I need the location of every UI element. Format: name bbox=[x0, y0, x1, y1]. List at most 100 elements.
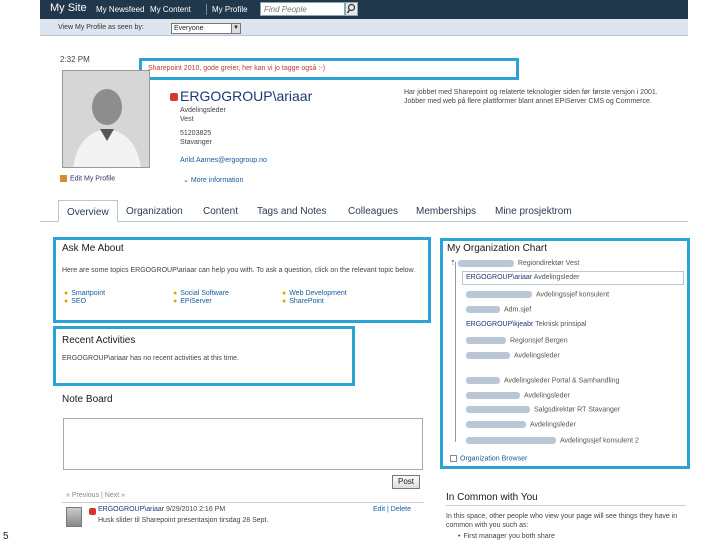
org-role: Regionsjef Bergen bbox=[510, 337, 568, 345]
org-row[interactable]: Avdelingsleder bbox=[466, 421, 576, 428]
tab-memberships[interactable]: Memberships bbox=[416, 200, 476, 222]
org-role: Avdelingssjef konsulent bbox=[536, 291, 610, 299]
search-icon bbox=[346, 3, 356, 14]
org-tree-line bbox=[455, 262, 456, 442]
nav-divider bbox=[206, 4, 207, 15]
redacted-name bbox=[466, 437, 556, 444]
recent-activities-text: ERGOGROUP\ariaar has no recent activitie… bbox=[62, 355, 240, 362]
user-title: Avdelingsleder bbox=[180, 107, 226, 114]
topic-link[interactable]: ● Social Software bbox=[173, 290, 229, 297]
org-row[interactable]: Avdelingssjef konsulent bbox=[466, 291, 609, 298]
top-navigation-bar: My Site My Newsfeed My Content My Profil… bbox=[40, 0, 688, 19]
note-board-title: Note Board bbox=[62, 394, 113, 405]
user-name: ERGOGROUP\ariaar bbox=[180, 88, 313, 104]
tab-overview[interactable]: Overview bbox=[58, 200, 118, 222]
note-author[interactable]: ERGOGROUP\ariaar bbox=[98, 506, 164, 513]
topic-link[interactable]: ● SharePoint bbox=[282, 298, 324, 305]
redacted-name bbox=[466, 306, 500, 313]
org-role: Salgsdirektør RT Stavanger bbox=[534, 406, 621, 414]
ask-me-about-title: Ask Me About bbox=[62, 243, 124, 254]
divider bbox=[446, 505, 686, 506]
more-information-link[interactable]: ⌄ More information bbox=[183, 176, 243, 184]
nav-my-profile[interactable]: My Profile bbox=[212, 5, 248, 14]
bullet-icon: ● bbox=[173, 298, 178, 305]
chevron-down-icon: ⌄ bbox=[183, 177, 191, 184]
org-row[interactable]: Adm.sjef bbox=[466, 306, 531, 313]
org-role: Adm.sjef bbox=[504, 306, 532, 314]
topic-link[interactable]: ● EPiServer bbox=[173, 298, 212, 305]
presence-icon bbox=[170, 93, 178, 101]
user-email-link[interactable]: Arild.Aarnes@ergogroup.no bbox=[180, 157, 267, 164]
topic-link[interactable]: ● Web Development bbox=[282, 290, 347, 297]
topic-link[interactable]: ● SEO bbox=[64, 298, 86, 305]
org-row[interactable]: Avdelingsleder Portal & Samhandling bbox=[466, 377, 619, 384]
topic-label: SharePoint bbox=[289, 298, 324, 305]
org-role: Avdelingsleder bbox=[530, 421, 576, 429]
tab-content[interactable]: Content bbox=[203, 200, 238, 222]
org-row[interactable]: ERGOGROUP\kjeabr Teknisk prinsipal bbox=[466, 321, 586, 328]
presence-icon bbox=[89, 508, 96, 515]
more-information-label: More information bbox=[190, 177, 244, 184]
bullet-icon: ● bbox=[64, 298, 69, 305]
topic-label: EPiServer bbox=[180, 298, 212, 305]
organization-browser-label: Organization Browser bbox=[460, 455, 528, 463]
org-row[interactable]: Salgsdirektør RT Stavanger bbox=[466, 406, 620, 413]
redacted-name bbox=[457, 259, 514, 267]
note-input[interactable] bbox=[63, 418, 423, 470]
note-actions[interactable]: Edit | Delete bbox=[373, 506, 411, 513]
tab-colleagues[interactable]: Colleagues bbox=[348, 200, 398, 222]
bullet-icon: ● bbox=[282, 290, 287, 297]
chevron-down-icon[interactable]: ▼ bbox=[231, 24, 240, 33]
profile-tabs: Overview Organization Content Tags and N… bbox=[40, 200, 688, 222]
in-common-title: In Common with You bbox=[446, 492, 538, 503]
nav-my-newsfeed[interactable]: My Newsfeed bbox=[96, 5, 144, 14]
status-message[interactable]: Sharepoint 2010, gode greier, her kan vi… bbox=[148, 65, 325, 72]
org-row[interactable]: ERGOGROUP\ariaar Avdelingsleder bbox=[466, 274, 579, 281]
topic-label: Social Software bbox=[180, 290, 229, 297]
recent-activities-title: Recent Activities bbox=[62, 335, 136, 346]
organization-browser-link[interactable]: Organization Browser bbox=[450, 455, 527, 462]
edit-profile-link[interactable]: Edit My Profile bbox=[60, 175, 115, 182]
page-number: 5 bbox=[3, 531, 9, 542]
status-time: 2:32 PM bbox=[60, 55, 90, 64]
tab-organization[interactable]: Organization bbox=[126, 200, 183, 222]
view-as-value: Everyone bbox=[174, 25, 204, 32]
org-role: Avdelingsleder bbox=[524, 392, 570, 400]
org-row[interactable]: Regionsjef Bergen bbox=[466, 337, 568, 344]
bullet-icon: ● bbox=[64, 290, 69, 297]
my-site-link[interactable]: My Site bbox=[50, 2, 87, 14]
profile-photo bbox=[62, 70, 150, 168]
org-role: Avdelingsleder bbox=[514, 352, 560, 360]
tab-mine-prosjektrom[interactable]: Mine prosjektrom bbox=[495, 200, 572, 222]
org-row[interactable]: ⇡ Regiondirektør Vest bbox=[450, 259, 579, 267]
edit-profile-label: Edit My Profile bbox=[70, 175, 116, 183]
in-common-item: • First manager you both share bbox=[458, 533, 555, 540]
topic-link[interactable]: ● Smartpoint bbox=[64, 290, 105, 297]
view-as-select[interactable]: Everyone ▼ bbox=[171, 23, 241, 34]
avatar bbox=[66, 507, 82, 527]
find-people-input[interactable]: Find People bbox=[260, 2, 345, 16]
org-name: ERGOGROUP\ariaar bbox=[466, 274, 533, 281]
status-message-highlight[interactable]: Sharepoint 2010, gode greier, her kan vi… bbox=[139, 58, 519, 80]
redacted-name bbox=[466, 406, 530, 413]
post-button[interactable]: Post bbox=[392, 475, 420, 489]
org-chart-title: My Organization Chart bbox=[447, 243, 548, 254]
topic-label: SEO bbox=[71, 298, 87, 305]
topic-label: Smartpoint bbox=[71, 290, 106, 297]
bullet-icon: ● bbox=[282, 298, 287, 305]
chevron-up-icon: ⇡ bbox=[450, 260, 458, 267]
topic-label: Web Development bbox=[289, 290, 347, 297]
search-button[interactable] bbox=[345, 2, 358, 16]
org-role: Teknisk prinsipal bbox=[535, 321, 587, 328]
user-phone: 51203825 bbox=[180, 130, 212, 137]
ask-me-about-intro: Here are some topics ERGOGROUP\ariaar ca… bbox=[62, 267, 416, 274]
tab-tags-and-notes[interactable]: Tags and Notes bbox=[257, 200, 327, 222]
nav-my-content[interactable]: My Content bbox=[150, 5, 191, 14]
user-city: Stavanger bbox=[180, 139, 212, 146]
org-row[interactable]: Avdelingsleder bbox=[466, 352, 560, 359]
org-row[interactable]: Avdelingssjef konsulent 2 bbox=[466, 437, 639, 444]
redacted-name bbox=[466, 291, 532, 298]
org-row[interactable]: Avdelingsleder bbox=[466, 392, 570, 399]
divider bbox=[62, 502, 424, 503]
note-pager[interactable]: « Previous | Next » bbox=[66, 492, 125, 499]
